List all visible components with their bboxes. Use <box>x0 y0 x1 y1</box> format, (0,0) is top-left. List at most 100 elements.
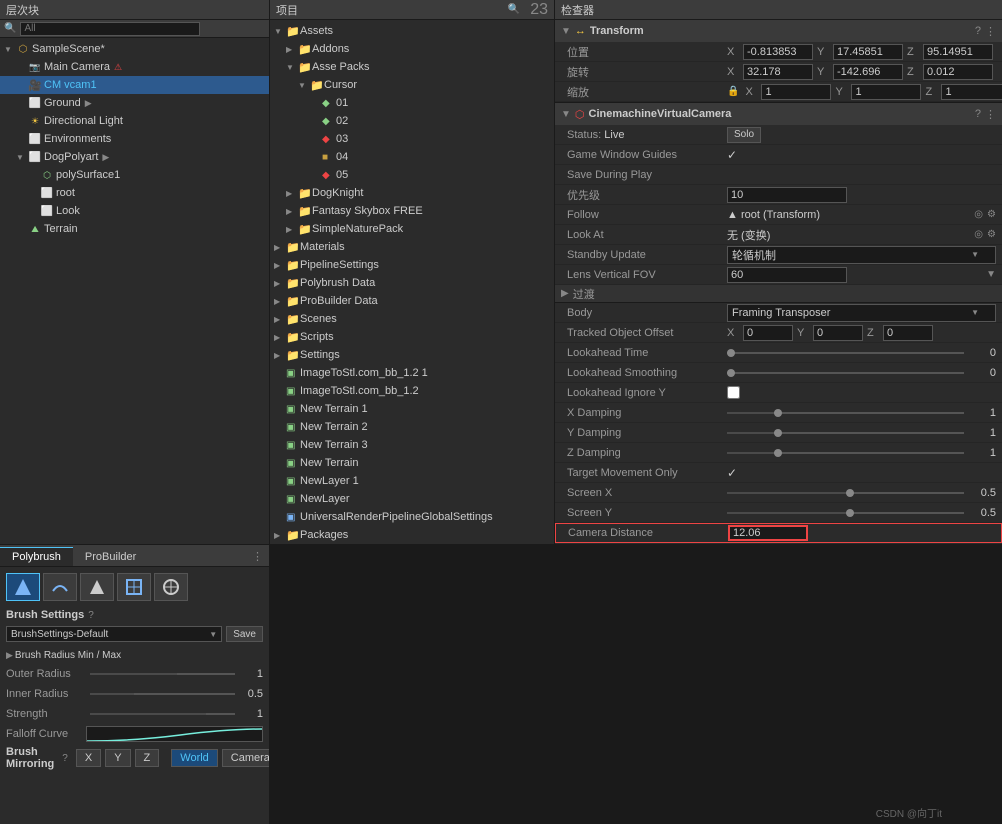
folder-pipeline[interactable]: ▶ 📁 PipelineSettings <box>270 256 554 274</box>
hierarchy-search-input[interactable] <box>20 22 200 36</box>
position-z-input[interactable] <box>923 44 993 60</box>
cm-settings-icon[interactable]: ⋮ <box>985 108 996 121</box>
folder-assets[interactable]: ▼ 📁 Assets <box>270 22 554 40</box>
file-arrow: ▶ <box>274 405 286 414</box>
y-damping-slider[interactable] <box>727 432 964 434</box>
tool-sculpt-button[interactable] <box>6 573 40 601</box>
tool-smooth-button[interactable] <box>43 573 77 601</box>
transform-header[interactable]: ▼ ↔ Transform ? ⋮ <box>555 20 1002 42</box>
help-icon[interactable]: ? <box>975 25 981 38</box>
tree-item-polysurface[interactable]: ▶ ⬡ polySurface1 <box>0 166 269 184</box>
tool-prefab-button[interactable] <box>154 573 188 601</box>
lens-fov-input[interactable] <box>727 267 847 283</box>
tree-item-terrain[interactable]: ▶ ⛰ Terrain <box>0 220 269 238</box>
rotation-z-input[interactable] <box>923 64 993 80</box>
body-dropdown[interactable]: Framing Transposer ▼ <box>727 304 996 322</box>
tree-item-cm-vcam1[interactable]: ▶ 🎥 CM vcam1 <box>0 76 269 94</box>
file-universal-render[interactable]: ▶ ▣ UniversalRenderPipelineGlobalSetting… <box>270 508 554 526</box>
camera-distance-input[interactable] <box>728 525 808 541</box>
tree-item-dir-light[interactable]: ▶ ☀ Directional Light <box>0 112 269 130</box>
mirror-z-button[interactable]: Z <box>135 749 160 767</box>
folder-settings[interactable]: ▶ 📁 Settings <box>270 346 554 364</box>
cm-help-icon[interactable]: ? <box>975 108 981 121</box>
file-cursor-04[interactable]: ▶ ■ 04 <box>270 148 554 166</box>
folder-scripts[interactable]: ▶ 📁 Scripts <box>270 328 554 346</box>
inner-radius-slider[interactable] <box>90 693 235 695</box>
folder-probuilder[interactable]: ▶ 📁 ProBuilder Data <box>270 292 554 310</box>
position-y-input[interactable] <box>833 44 903 60</box>
tree-item-dogpolyart[interactable]: ▼ ⬜ DogPolyart ▶ <box>0 148 269 166</box>
tree-item-ground[interactable]: ▶ ⬜ Ground ▶ <box>0 94 269 112</box>
lookahead-smooth-slider[interactable] <box>727 372 964 374</box>
follow-settings-icon[interactable]: ⚙ <box>987 209 996 220</box>
screen-y-slider[interactable] <box>727 512 964 514</box>
z-damping-slider[interactable] <box>727 452 964 454</box>
folder-simplenaturepack[interactable]: ▶ 📁 SimpleNaturePack <box>270 220 554 238</box>
scale-y-input[interactable] <box>851 84 921 100</box>
folder-addons[interactable]: ▶ 📁 Addons <box>270 40 554 58</box>
file-new-layer-1[interactable]: ▶ ▣ NewLayer 1 <box>270 472 554 490</box>
rotation-y-input[interactable] <box>833 64 903 80</box>
tree-item-root[interactable]: ▶ ⬜ root <box>0 184 269 202</box>
tab-more-icon[interactable]: ⋮ <box>246 547 269 566</box>
world-button[interactable]: World <box>171 749 218 767</box>
look-at-settings-icon[interactable]: ⚙ <box>987 229 996 240</box>
save-during-play-row: Save During Play <box>555 165 1002 185</box>
brush-save-button[interactable]: Save <box>226 626 263 642</box>
lookahead-ignore-check[interactable] <box>727 386 740 399</box>
x-damping-slider[interactable] <box>727 412 964 414</box>
folder-polybrush[interactable]: ▶ 📁 Polybrush Data <box>270 274 554 292</box>
tracked-x-input[interactable] <box>743 325 793 341</box>
brush-default-dropdown[interactable]: BrushSettings-Default ▼ <box>6 626 222 642</box>
folder-cursor[interactable]: ▼ 📁 Cursor <box>270 76 554 94</box>
tracked-z-input[interactable] <box>883 325 933 341</box>
file-cursor-05[interactable]: ▶ ◆ 05 <box>270 166 554 184</box>
file-cursor-03[interactable]: ▶ ◆ 03 <box>270 130 554 148</box>
folder-dogknight[interactable]: ▶ 📁 DogKnight <box>270 184 554 202</box>
standby-dropdown[interactable]: 轮循机制 ▼ <box>727 246 996 264</box>
rotation-x-input[interactable] <box>743 64 813 80</box>
tree-item-environments[interactable]: ▶ ⬜ Environments <box>0 130 269 148</box>
folder-fantasy-skybox[interactable]: ▶ 📁 Fantasy Skybox FREE <box>270 202 554 220</box>
file-new-layer[interactable]: ▶ ▣ NewLayer <box>270 490 554 508</box>
tab-probuilder[interactable]: ProBuilder <box>73 547 148 566</box>
solo-button[interactable]: Solo <box>727 127 761 143</box>
priority-input[interactable] <box>727 187 847 203</box>
tree-item-main-camera[interactable]: ▶ 📷 Main Camera ⚠ <box>0 58 269 76</box>
tool-texture-button[interactable] <box>117 573 151 601</box>
file-new-terrain-1[interactable]: ▶ ▣ New Terrain 1 <box>270 400 554 418</box>
folder-scenes[interactable]: ▶ 📁 Scenes <box>270 310 554 328</box>
position-x-input[interactable] <box>743 44 813 60</box>
falloff-curve[interactable] <box>86 726 263 742</box>
follow-pick-icon[interactable]: ◎ <box>974 209 983 220</box>
folder-materials[interactable]: ▶ 📁 Materials <box>270 238 554 256</box>
outer-radius-slider[interactable] <box>90 673 235 675</box>
mirror-y-button[interactable]: Y <box>105 749 130 767</box>
file-cursor-02[interactable]: ▶ ◆ 02 <box>270 112 554 130</box>
screen-x-slider[interactable] <box>727 492 964 494</box>
lookahead-time-slider[interactable] <box>727 352 964 354</box>
scale-z-input[interactable] <box>941 84 1002 100</box>
tree-item-look[interactable]: ▶ ⬜ Look <box>0 202 269 220</box>
scale-x-input[interactable] <box>761 84 831 100</box>
file-new-terrain-3[interactable]: ▶ ▣ New Terrain 3 <box>270 436 554 454</box>
look-at-pick-icon[interactable]: ◎ <box>974 229 983 240</box>
brush-mirror-help-icon[interactable]: ? <box>62 753 68 764</box>
file-imagetostl-2[interactable]: ▶ ▣ ImageToStl.com_bb_1.2 <box>270 382 554 400</box>
tab-polybrush[interactable]: Polybrush <box>0 547 73 566</box>
strength-slider[interactable] <box>90 713 235 715</box>
brush-help-icon[interactable]: ? <box>88 610 94 621</box>
file-new-terrain[interactable]: ▶ ▣ New Terrain <box>270 454 554 472</box>
cinemachine-header[interactable]: ▼ ⬡ CinemachineVirtualCamera ? ⋮ <box>555 103 1002 125</box>
camera-button[interactable]: Camera <box>222 749 269 767</box>
file-cursor-01[interactable]: ▶ ◆ 01 <box>270 94 554 112</box>
folder-packages[interactable]: ▶ 📁 Packages <box>270 526 554 544</box>
tool-paint-button[interactable] <box>80 573 114 601</box>
file-imagetostl-1[interactable]: ▶ ▣ ImageToStl.com_bb_1.2 1 <box>270 364 554 382</box>
tracked-y-input[interactable] <box>813 325 863 341</box>
mirror-x-button[interactable]: X <box>76 749 101 767</box>
settings-icon[interactable]: ⋮ <box>985 25 996 38</box>
folder-asse-packs[interactable]: ▼ 📁 Asse Packs <box>270 58 554 76</box>
file-new-terrain-2[interactable]: ▶ ▣ New Terrain 2 <box>270 418 554 436</box>
tree-item-sample-scene[interactable]: ▼ ⬡ SampleScene* <box>0 40 269 58</box>
